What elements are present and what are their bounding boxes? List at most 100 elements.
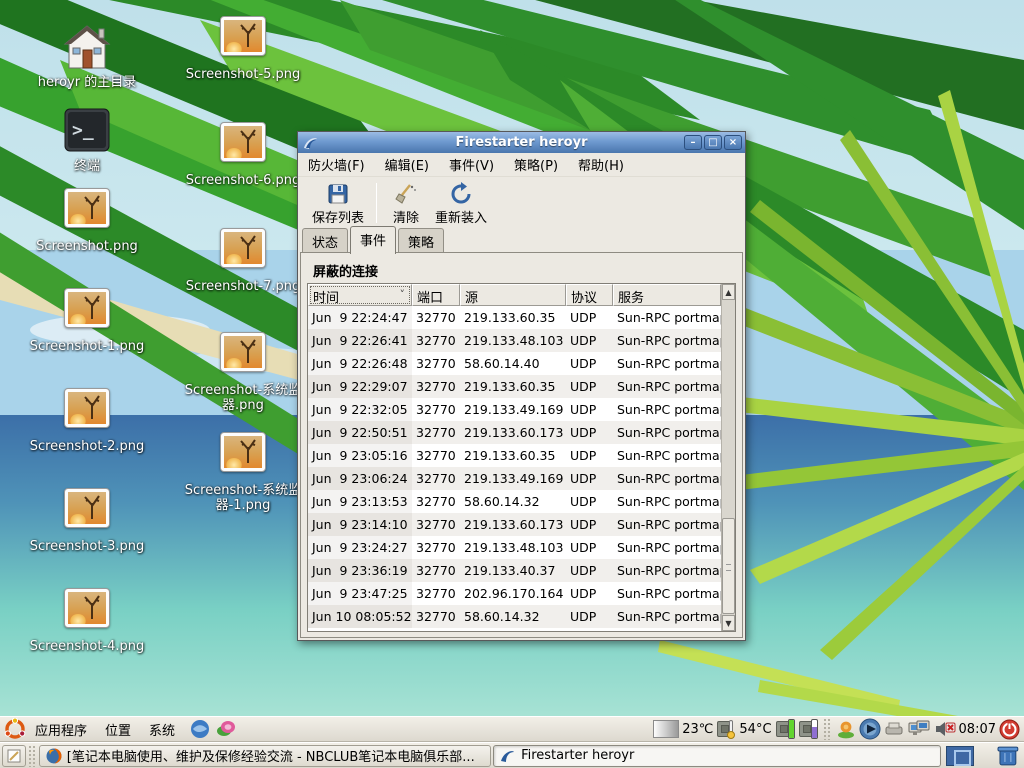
event-row[interactable]: Jun 9 22:29:0732770219.133.60.35UDPSun-R… (308, 375, 721, 398)
blocked-connections-table: 时间˅端口源协议服务 Jun 9 22:24:4732770219.133.60… (307, 283, 736, 632)
desktop-icon-screenshot-4[interactable]: Screenshot-2.png (27, 384, 147, 454)
port-cell: 32770 (412, 490, 460, 513)
menu-item-0[interactable]: 防火墙(F) (298, 153, 375, 176)
menu-item-2[interactable]: 事件(V) (439, 153, 504, 176)
cpu-load-icon[interactable] (775, 719, 795, 739)
volume-muted-icon[interactable] (934, 719, 956, 739)
cpu-thermometer-icon[interactable] (716, 719, 736, 739)
network-computers-icon[interactable] (907, 719, 931, 739)
event-row[interactable]: Jun 9 23:14:1032770219.133.60.173UDPSun-… (308, 513, 721, 536)
cpu-temp-label: 23℃ (682, 722, 713, 737)
desktop-icon-screenshot-8[interactable]: Screenshot-6.png (183, 118, 303, 188)
sensor-graph-applet[interactable] (653, 720, 679, 738)
clock[interactable]: 08:07 (959, 722, 996, 737)
tray-handle[interactable] (823, 718, 831, 740)
column-header-1[interactable]: 端口 (412, 284, 460, 306)
desktop-icon-screenshot-3[interactable]: Screenshot-1.png (27, 284, 147, 354)
event-row[interactable]: Jun 9 22:24:4732770219.133.60.35UDPSun-R… (308, 306, 721, 329)
shutdown-icon[interactable] (999, 719, 1020, 740)
desktop-icon-terminal-1[interactable]: >_终端 (27, 108, 147, 174)
port-cell: 32770 (412, 375, 460, 398)
port-cell: 32770 (412, 329, 460, 352)
desktop-icon-screenshot-7[interactable]: Screenshot-5.png (183, 12, 303, 82)
scrollbar-thumb[interactable] (722, 518, 735, 614)
port-cell: 32770 (412, 513, 460, 536)
event-row[interactable]: Jun 9 23:36:1932770219.133.40.37UDPSun-R… (308, 559, 721, 582)
protocol-cell: UDP (566, 421, 613, 444)
port-cell: 32770 (412, 536, 460, 559)
taskbar-handle[interactable] (28, 745, 36, 767)
event-row[interactable]: Jun 9 22:26:483277058.60.14.40UDPSun-RPC… (308, 352, 721, 375)
maximize-button[interactable]: □ (704, 135, 722, 150)
taskbar-item-browser[interactable]: [笔记本电脑使用、维护及保修经验交流 - NBCLUB笔记本电脑俱乐部... (39, 745, 491, 767)
memory-usage-icon[interactable] (798, 719, 818, 739)
event-row[interactable]: Jun 9 23:13:533277058.60.14.32UDPSun-RPC… (308, 490, 721, 513)
workspace-switcher[interactable] (946, 746, 974, 766)
panel-menu-1[interactable]: 位置 (96, 720, 140, 739)
desktop-icon-screenshot-5[interactable]: Screenshot-3.png (27, 484, 147, 554)
close-button[interactable]: × (724, 135, 742, 150)
tab-status[interactable]: 状态 (302, 228, 348, 254)
service-cell: Sun-RPC portmap (613, 605, 721, 628)
ubuntu-menu-icon[interactable] (4, 718, 26, 740)
event-row[interactable]: Jun 9 22:26:4132770219.133.48.103UDPSun-… (308, 329, 721, 352)
event-row[interactable]: Jun 9 23:06:2432770219.133.49.169UDPSun-… (308, 467, 721, 490)
trash-applet-icon[interactable] (996, 745, 1020, 767)
column-header-3[interactable]: 协议 (566, 284, 613, 306)
screenshot-icon (63, 588, 111, 636)
show-desktop-button[interactable] (2, 745, 26, 767)
tab-events[interactable]: 事件 (350, 226, 396, 254)
firefox-icon (46, 748, 62, 764)
event-row[interactable]: Jun 9 23:47:2532770202.96.170.164UDPSun-… (308, 582, 721, 605)
vertical-scrollbar[interactable]: ▲ ▼ (721, 284, 735, 631)
event-row[interactable]: Jun 9 23:24:2732770219.133.48.103UDPSun-… (308, 536, 721, 559)
menu-item-3[interactable]: 策略(P) (504, 153, 568, 176)
desktop-icon-screenshot-9[interactable]: Screenshot-7.png (183, 224, 303, 294)
media-player-icon[interactable] (859, 718, 881, 740)
web-browser-launcher-icon[interactable] (190, 719, 210, 739)
tab-strip: 状态 事件 策略 (298, 229, 745, 253)
printer-icon[interactable] (884, 721, 904, 737)
menu-item-4[interactable]: 帮助(H) (568, 153, 634, 176)
desktop-icon-screenshot-6[interactable]: Screenshot-4.png (27, 584, 147, 654)
panel-menu-2[interactable]: 系统 (140, 720, 184, 739)
event-row[interactable]: Jun 10 08:05:523277058.60.14.32UDPSun-RP… (308, 605, 721, 628)
app-launcher-icon[interactable] (216, 719, 236, 739)
port-cell: 32770 (412, 421, 460, 444)
scroll-down-arrow[interactable]: ▼ (722, 615, 735, 631)
reload-button[interactable]: 重新装入 (427, 180, 495, 228)
desktop-icon-home-0[interactable]: heroyr 的主目录 (27, 24, 147, 90)
menu-item-1[interactable]: 编辑(E) (375, 153, 439, 176)
minimize-button[interactable]: – (684, 135, 702, 150)
time-cell: Jun 9 23:13:53 (308, 490, 412, 513)
port-cell: 32770 (412, 467, 460, 490)
event-row[interactable]: Jun 9 23:05:1632770219.133.60.35UDPSun-R… (308, 444, 721, 467)
service-cell: Sun-RPC portmap (613, 559, 721, 582)
service-cell: Sun-RPC portmap (613, 306, 721, 329)
panel-menu-0[interactable]: 应用程序 (26, 720, 96, 739)
source-cell: 219.133.48.103 (460, 329, 566, 352)
desktop-icon-screenshot-10[interactable]: Screenshot-系统监器.png (183, 328, 303, 413)
event-row[interactable]: Jun 9 22:32:0532770219.133.49.169UDPSun-… (308, 398, 721, 421)
tab-policy[interactable]: 策略 (398, 228, 444, 254)
scroll-up-arrow[interactable]: ▲ (722, 284, 735, 300)
screenshot-icon (63, 488, 111, 536)
source-cell: 219.133.49.169 (460, 398, 566, 421)
time-cell: Jun 9 23:47:25 (308, 582, 412, 605)
screenshot-icon (219, 228, 267, 276)
save-list-button[interactable]: 保存列表 (304, 180, 372, 228)
event-row[interactable]: Jun 9 22:50:5132770219.133.60.173UDPSun-… (308, 421, 721, 444)
user-status-icon[interactable] (836, 719, 856, 739)
column-header-4[interactable]: 服务 (613, 284, 721, 306)
taskbar-item-firestarter[interactable]: Firestarter heroyr (493, 745, 941, 767)
service-cell: Sun-RPC portmap (613, 421, 721, 444)
desktop-icon-screenshot-11[interactable]: Screenshot-系统监器-1.png (183, 428, 303, 513)
column-header-2[interactable]: 源 (460, 284, 566, 306)
toolbar: 保存列表 清除 重新装入 (298, 177, 745, 229)
window-titlebar[interactable]: Firestarter heroyr – □ × (298, 132, 745, 153)
screenshot-icon (63, 388, 111, 436)
column-header-0[interactable]: 时间˅ (308, 284, 412, 306)
time-cell: Jun 9 22:32:05 (308, 398, 412, 421)
desktop-icon-screenshot-2[interactable]: Screenshot.png (27, 184, 147, 254)
clear-button[interactable]: 清除 (385, 180, 427, 228)
